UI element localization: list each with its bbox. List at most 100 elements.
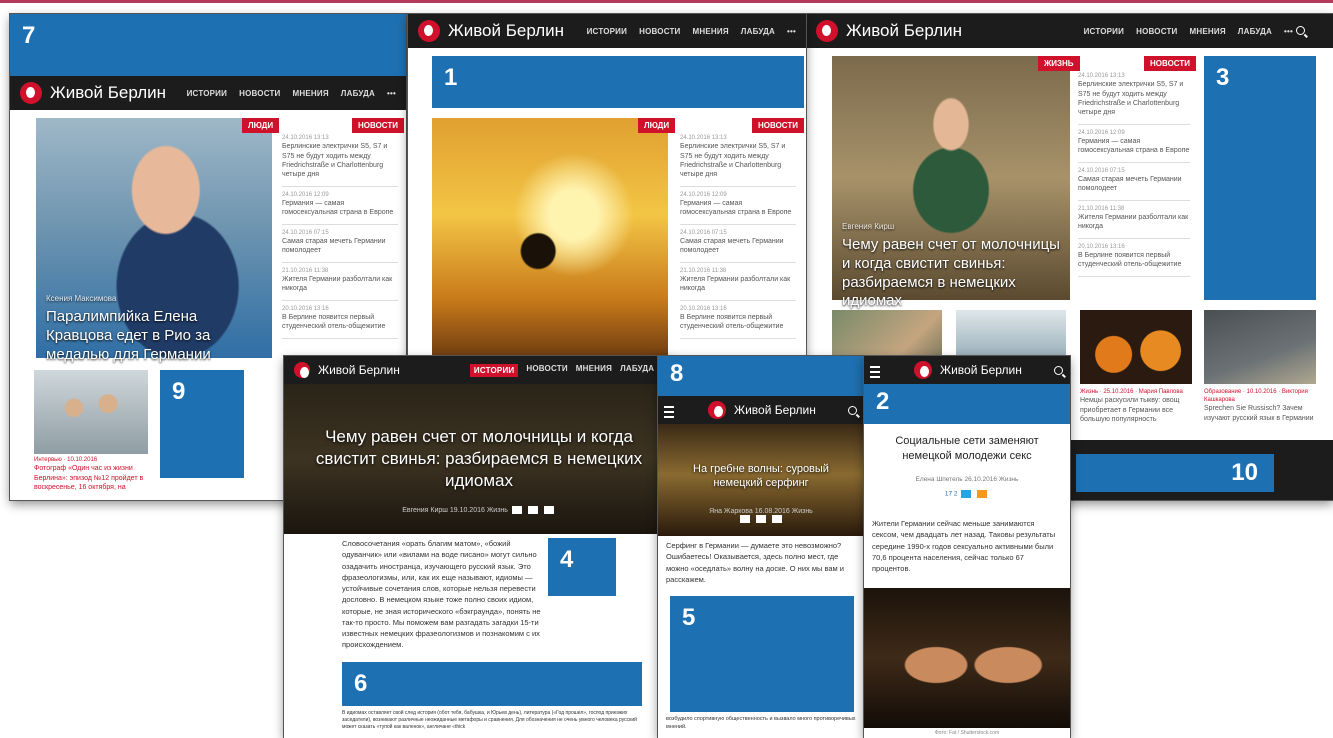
category-tag-life[interactable]: ЖИЗНЬ [1038, 56, 1080, 71]
ad-slot-2: 2 [864, 384, 1070, 424]
nav-opinions[interactable]: МНЕНИЯ [576, 364, 612, 377]
site-header: Живой Берлин [658, 396, 864, 424]
news-item[interactable]: 24.10.2016 07:15 Самая старая мечеть Герм… [680, 225, 796, 263]
menu-icon[interactable] [870, 366, 880, 378]
news-item[interactable]: 24.10.2016 07:15 Самая старая мечеть Герм… [1078, 163, 1190, 201]
news-item[interactable]: 24.10.2016 13:13 Берлинские электрички S5… [680, 130, 796, 187]
site-header: Живой Берлин [864, 356, 1070, 384]
article-body: В идиомах оставляет свой след история (о… [342, 710, 637, 730]
screenshot-desktop-1: Живой Берлин ИСТОРИИ НОВОСТИ МНЕНИЯ ЛАБУ… [408, 14, 806, 360]
nav-opinions[interactable]: МНЕНИЯ [1190, 27, 1226, 36]
news-sidebar: 24.10.2016 13:13 Берлинские электрички S5… [1078, 68, 1190, 277]
nav-more[interactable]: ••• [787, 27, 796, 36]
thumb-russian-board[interactable] [1204, 310, 1316, 384]
nav-labuda[interactable]: ЛАБУДА [1238, 27, 1272, 36]
article-lead: Серфинг в Германии — думаете это невозмо… [666, 541, 844, 584]
logo-icon[interactable] [708, 401, 726, 419]
article-meta: Елена Шпетель 26.10.2016 Жизнь [915, 476, 1019, 483]
card-russian[interactable]: Образование · 10.10.2016 · Виктория Кашк… [1204, 388, 1316, 423]
nav-news[interactable]: НОВОСТИ [239, 89, 280, 98]
vk-share-icon[interactable] [527, 506, 538, 514]
news-item[interactable]: 24.10.2016 12:09 Германия — самая гомосек… [282, 187, 398, 225]
nav-stories[interactable]: ИСТОРИИ [587, 27, 627, 36]
article-photo [864, 588, 1070, 728]
nav-more[interactable]: ••• [387, 89, 396, 98]
news-item[interactable]: 20.10.2016 13:16 В Берлине появится первы… [680, 301, 796, 339]
nav-opinions[interactable]: МНЕНИЯ [293, 89, 329, 98]
news-item[interactable]: 21.10.2016 11:38 Жителя Германии разболта… [282, 263, 398, 301]
category-tag-people[interactable]: ЛЮДИ [638, 118, 676, 133]
hero-caption[interactable]: Ксения Максимова Паралимпийка Елена Крав… [46, 294, 266, 364]
ad-slot-9: 9 [160, 370, 244, 478]
news-item[interactable]: 24.10.2016 12:09 Германия — самая гомосек… [1078, 125, 1190, 163]
thumb-pumpkins[interactable] [1080, 310, 1192, 384]
search-icon[interactable] [1296, 26, 1305, 35]
logo-icon[interactable] [816, 20, 838, 42]
site-brand[interactable]: Живой Берлин [448, 21, 564, 41]
article-lead: Словосочетания «орать благим матом», «бо… [342, 539, 541, 650]
nav-news[interactable]: НОВОСТИ [526, 364, 567, 377]
nav-labuda[interactable]: ЛАБУДА [341, 89, 375, 98]
hero-photo-surfer[interactable] [432, 118, 668, 360]
screenshot-article-4: Живой Берлин ИСТОРИИ НОВОСТИ МНЕНИЯ ЛАБУ… [284, 356, 674, 738]
ad-slot-8: 8 [658, 356, 864, 396]
nav-more[interactable]: ••• [1284, 27, 1293, 36]
news-item[interactable]: 24.10.2016 13:13 Берлинские электрички S5… [1078, 68, 1190, 125]
ok-share-icon[interactable] [977, 490, 988, 498]
hero-headline[interactable]: Паралимпийка Елена Кравцова едет в Рио з… [46, 308, 211, 363]
search-icon[interactable] [1054, 366, 1063, 375]
news-sidebar: 24.10.2016 13:13 Берлинские электрички S5… [680, 130, 796, 339]
nav-stories[interactable]: ИСТОРИИ [469, 363, 519, 377]
hero-headline[interactable]: Чему равен счет от молочницы и когда сви… [842, 236, 1060, 309]
screenshot-mobile-2: Живой Берлин 2 Социальные сети заменяют … [864, 356, 1070, 738]
site-brand[interactable]: Живой Берлин [50, 83, 166, 103]
facebook-share-icon[interactable] [740, 515, 751, 523]
thumb-photographers[interactable] [34, 370, 148, 454]
site-brand[interactable]: Живой Берлин [940, 363, 1022, 377]
main-nav: ИСТОРИИ НОВОСТИ МНЕНИЯ ЛАБУДА ••• [587, 27, 806, 36]
site-brand[interactable]: Живой Берлин [318, 363, 400, 377]
nav-news[interactable]: НОВОСТИ [1136, 27, 1177, 36]
top-border [0, 0, 1333, 13]
logo-icon[interactable] [418, 20, 440, 42]
site-brand[interactable]: Живой Берлин [734, 403, 816, 417]
menu-icon[interactable] [664, 406, 674, 418]
hero-author: Ксения Максимова [46, 294, 117, 303]
ad-slot-5: 5 [670, 596, 854, 712]
news-item[interactable]: 21.10.2016 11:38 Жителя Германии разболта… [680, 263, 796, 301]
twitter-share-icon[interactable] [771, 515, 782, 523]
vk-share-icon[interactable] [756, 515, 766, 523]
news-item[interactable]: 21.10.2016 11:38 Жителя Германии разболта… [1078, 201, 1190, 239]
hero-caption[interactable]: Евгения Кирш Чему равен счет от молочниц… [842, 222, 1062, 311]
news-item[interactable]: 24.10.2016 07:15 Самая старая мечеть Герм… [282, 225, 398, 263]
nav-stories[interactable]: ИСТОРИИ [187, 89, 227, 98]
article-title: На гребне волны: суровый немецкий серфин… [693, 463, 829, 490]
nav-news[interactable]: НОВОСТИ [639, 27, 680, 36]
article-meta: Яна Жаркова 16.08.2016 Жизнь [658, 508, 864, 523]
ad-slot-6: 6 [342, 662, 642, 706]
news-item[interactable]: 24.10.2016 12:09 Германия — самая гомосек… [680, 187, 796, 225]
search-icon[interactable] [848, 406, 857, 415]
news-item[interactable]: 20.10.2016 13:16 В Берлине появится первы… [1078, 239, 1190, 277]
main-nav: ИСТОРИИ НОВОСТИ МНЕНИЯ ЛАБУДА ••• [469, 363, 674, 377]
news-item[interactable]: 20.10.2016 13:16 В Берлине появится первы… [282, 301, 398, 339]
nav-labuda[interactable]: ЛАБУДА [620, 364, 654, 377]
category-tag-people[interactable]: ЛЮДИ [242, 118, 280, 133]
site-header: Живой Берлин ИСТОРИИ НОВОСТИ МНЕНИЯ ЛАБУ… [408, 14, 806, 48]
site-brand[interactable]: Живой Берлин [846, 21, 962, 41]
logo-icon[interactable] [20, 82, 42, 104]
twitter-share-icon[interactable] [543, 506, 554, 514]
article-title: Чему равен счет от молочницы и когда сви… [315, 427, 643, 491]
logo-icon[interactable] [294, 362, 310, 378]
facebook-share-icon[interactable] [511, 506, 522, 514]
twitter-share-icon[interactable] [961, 490, 972, 498]
nav-opinions[interactable]: МНЕНИЯ [693, 27, 729, 36]
nav-labuda[interactable]: ЛАБУДА [741, 27, 775, 36]
logo-icon[interactable] [914, 361, 932, 379]
thumb-caption[interactable]: Интервью · 10.10.2016 Фотограф «Один час… [34, 456, 148, 492]
news-item[interactable]: 24.10.2016 13:13 Берлинские электрички S5… [282, 130, 398, 187]
card-pumpkins[interactable]: Жизнь · 25.10.2016 · Мария Павлова Немцы… [1080, 388, 1192, 424]
ad-slot-4: 4 [548, 538, 616, 596]
site-header: Живой Берлин ИСТОРИИ НОВОСТИ МНЕНИЯ ЛАБУ… [284, 356, 674, 384]
nav-stories[interactable]: ИСТОРИИ [1084, 27, 1124, 36]
